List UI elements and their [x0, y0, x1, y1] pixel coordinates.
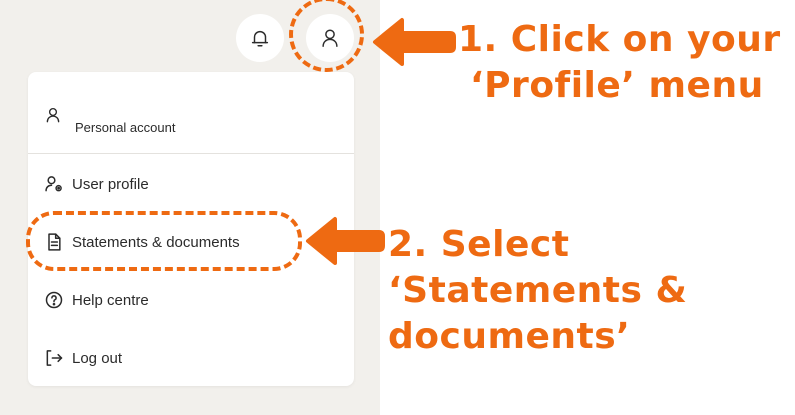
step1-line2: ‘Profile’ menu [470, 65, 764, 106]
step2-line1: 2. Select [388, 224, 570, 265]
step1-line1: 1. Click on your [458, 19, 781, 60]
arrow-left-icon [373, 18, 456, 66]
menu-item-user-profile[interactable]: User profile [28, 162, 354, 206]
menu-item-label: Log out [72, 349, 123, 367]
user-icon [46, 107, 60, 123]
statements-highlight-ring [26, 211, 302, 271]
step2-line2: ‘Statements & [388, 270, 688, 311]
personal-account-label: Personal account [75, 120, 176, 135]
step2-instruction: 2. Select ‘Statements & documents’ [388, 222, 687, 360]
logout-icon [44, 348, 64, 368]
user-settings-icon [44, 174, 64, 194]
menu-item-help-centre[interactable]: Help centre [28, 278, 354, 322]
profile-highlight-ring [289, 0, 364, 72]
personal-account-header[interactable]: Personal account [28, 72, 354, 154]
step1-instruction: 1. Click on your ‘Profile’ menu [458, 17, 781, 109]
menu-item-label: Help centre [72, 291, 149, 309]
step2-line3: documents’ [388, 316, 631, 357]
notifications-button[interactable] [236, 14, 284, 62]
help-icon [44, 290, 64, 310]
bell-icon [251, 30, 269, 47]
menu-item-label: User profile [72, 175, 149, 193]
arrow-left-icon [306, 217, 385, 265]
menu-item-log-out[interactable]: Log out [28, 336, 354, 380]
